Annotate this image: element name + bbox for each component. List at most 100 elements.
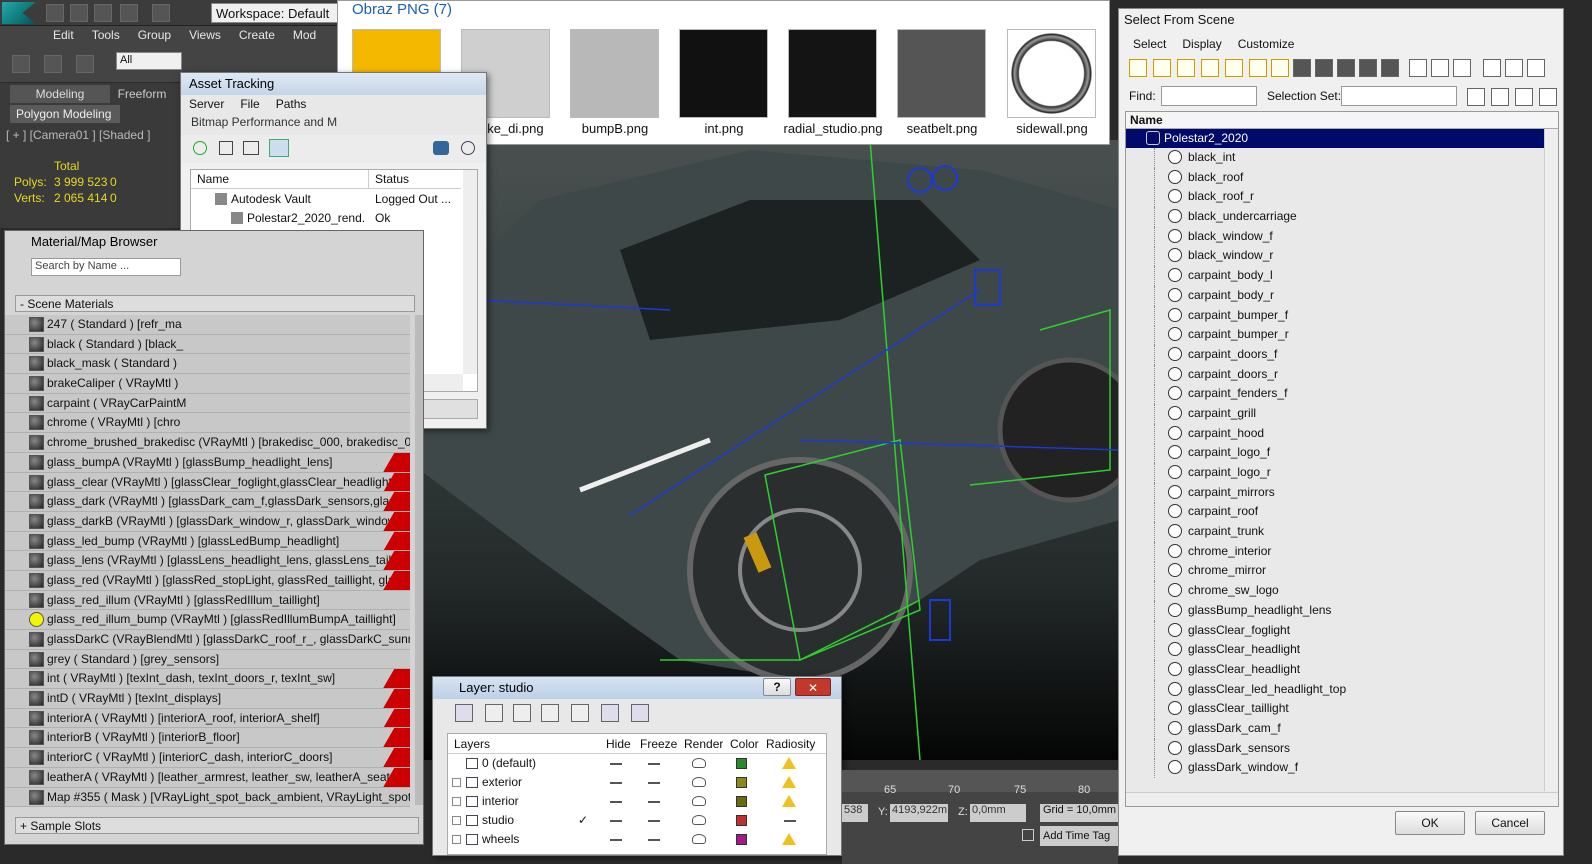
scene-object-row[interactable]: carpaint_grill (1126, 403, 1544, 424)
image-thumbnail[interactable] (897, 29, 986, 118)
menu-modifiers[interactable]: Mod (284, 26, 325, 44)
material-item[interactable]: glass_lens (VRayMtl ) [glassLens_headlig… (5, 551, 410, 571)
menu-select[interactable]: Select (1125, 35, 1174, 53)
open-file-icon[interactable] (70, 4, 88, 22)
asset-row[interactable]: Autodesk Vault Logged Out ... (191, 190, 463, 209)
material-item[interactable]: intD ( VRayMtl ) [texInt_displays] (5, 689, 410, 709)
scene-object-row[interactable]: carpaint_mirrors (1126, 482, 1544, 503)
layer-row[interactable]: wheels (448, 830, 826, 849)
expand-icon[interactable] (452, 835, 461, 844)
detail-view-icon[interactable] (243, 141, 259, 155)
freeze-all-icon[interactable] (631, 704, 649, 722)
close-button[interactable]: ✕ (795, 678, 831, 696)
render-teapot-icon[interactable] (692, 815, 706, 825)
menu-server[interactable]: Server (181, 95, 232, 113)
selection-filter-select[interactable]: All (116, 52, 182, 70)
expand-icon[interactable] (452, 816, 461, 825)
current-layer-check[interactable]: ✓ (578, 811, 590, 830)
layer-row[interactable]: interior (448, 792, 826, 811)
scene-object-row[interactable]: chrome_interior (1126, 541, 1544, 562)
filter-xrefs-icon[interactable] (1293, 59, 1311, 77)
search-input[interactable]: Search by Name ... (31, 258, 181, 276)
scene-object-row[interactable]: carpaint_body_l (1126, 266, 1544, 287)
scene-object-row[interactable]: carpaint_roof (1126, 502, 1544, 523)
scene-object-row[interactable]: black_window_r (1126, 246, 1544, 267)
material-item[interactable]: glass_darkB (VRayMtl ) [glassDark_window… (5, 511, 410, 532)
create-selset-icon[interactable] (1467, 88, 1485, 106)
material-item[interactable]: int ( VRayMtl ) [texInt_dash, texInt_doo… (5, 669, 410, 690)
selection-set-select[interactable] (1341, 86, 1457, 106)
help-icon[interactable] (461, 141, 475, 155)
hide-toggle[interactable] (610, 763, 622, 765)
layer-color-swatch[interactable] (736, 815, 747, 826)
scene-object-row[interactable]: carpaint_logo_r (1126, 463, 1544, 483)
viewport-label[interactable]: [ + ] [Camera01 ] [Shaded ] (6, 128, 150, 142)
display-all-icon[interactable] (1409, 59, 1427, 77)
filter-geometry-icon[interactable] (1129, 59, 1147, 77)
edit-selset-icon[interactable] (1491, 88, 1509, 106)
layer-row[interactable]: exterior (448, 773, 826, 792)
select-children-icon[interactable] (1505, 59, 1523, 77)
material-item[interactable]: interiorC ( VRayMtl ) [interiorC_dash, i… (5, 748, 410, 768)
ribbon-tab-modeling[interactable]: Modeling (10, 85, 110, 103)
material-item[interactable]: glass_clear (VRayMtl ) [glassClear_fogli… (5, 472, 410, 493)
render-teapot-icon[interactable] (692, 777, 706, 787)
filter-containers-icon[interactable] (1337, 59, 1355, 77)
sample-slots-group[interactable]: + Sample Slots (15, 817, 419, 834)
scene-object-row[interactable]: carpaint_trunk (1126, 522, 1544, 543)
layer-color-swatch[interactable] (736, 777, 747, 788)
layer-color-swatch[interactable] (736, 758, 747, 769)
ribbon-polygon-modeling[interactable]: Polygon Modeling (10, 105, 120, 123)
render-teapot-icon[interactable] (692, 834, 706, 844)
material-item[interactable]: glass_red_illum (VRayMtl ) [glassRedIllu… (5, 590, 410, 611)
material-item[interactable]: chrome ( VRayMtl ) [chro (5, 413, 410, 434)
expand-icon[interactable] (452, 797, 461, 806)
col-hide[interactable]: Hide (606, 737, 631, 751)
col-name-header[interactable]: Name (1126, 112, 1558, 129)
material-item[interactable]: glass_dark (VRayMtl ) [glassDark_cam_f,g… (5, 492, 410, 512)
filter-funnel-icon[interactable] (1483, 59, 1501, 77)
sfs-hscrollbar[interactable] (1126, 792, 1558, 806)
radiosity-icon[interactable] (782, 833, 796, 845)
menu-group[interactable]: Group (129, 26, 180, 44)
render-teapot-icon[interactable] (692, 796, 706, 806)
filter-groups-icon[interactable] (1271, 59, 1289, 77)
scene-object-row[interactable]: chrome_mirror (1126, 561, 1544, 582)
image-thumbnail[interactable] (679, 29, 768, 118)
window-title[interactable]: Select From Scene (1119, 9, 1563, 31)
add-to-layer-icon[interactable] (513, 704, 531, 722)
scene-object-row[interactable]: black_roof_r (1126, 187, 1544, 208)
scene-object-row[interactable]: glassClear_headlight (1126, 640, 1544, 661)
layer-color-swatch[interactable] (736, 834, 747, 845)
scene-object-row[interactable]: black_roof (1126, 167, 1544, 188)
bitmap-performance-menu[interactable]: Bitmap Performance and M (181, 115, 486, 135)
z-coord-field[interactable]: 0,0mm (970, 804, 1026, 822)
menu-customize[interactable]: Customize (1230, 35, 1303, 53)
image-thumbnail[interactable] (570, 29, 659, 118)
hide-all-icon[interactable] (601, 704, 619, 722)
col-status-header[interactable]: Status (369, 170, 461, 189)
material-item[interactable]: interiorA ( VRayMtl ) [interiorA_roof, i… (5, 708, 410, 729)
help-button[interactable]: ? (763, 678, 791, 696)
filter-helpers-icon[interactable] (1225, 59, 1243, 77)
material-item[interactable]: glass_led_bump (VRayMtl ) [glassLedBump_… (5, 531, 410, 552)
refresh-icon[interactable] (193, 141, 207, 155)
col-layers[interactable]: Layers (454, 737, 490, 751)
scene-object-row[interactable]: carpaint_hood (1126, 423, 1544, 444)
filter-lights-icon[interactable] (1177, 59, 1195, 77)
material-item[interactable]: carpaint ( VRayCarPaintM (5, 393, 410, 414)
freeze-toggle[interactable] (648, 782, 660, 784)
vault-icon[interactable] (433, 141, 449, 155)
freeze-toggle[interactable] (648, 763, 660, 765)
display-invert-icon[interactable] (1453, 59, 1471, 77)
unlink-icon[interactable] (44, 55, 62, 73)
material-item[interactable]: interiorB ( VRayMtl ) [interiorB_floor] (5, 728, 410, 749)
display-none-icon[interactable] (1431, 59, 1449, 77)
create-layer-icon[interactable] (455, 704, 473, 722)
select-in-layer-icon[interactable] (541, 704, 559, 722)
hide-toggle[interactable] (610, 801, 622, 803)
scene-object-row[interactable]: glassClear_taillight (1126, 699, 1544, 720)
x-coord-field[interactable]: 538 (842, 804, 868, 822)
col-render[interactable]: Render (684, 737, 723, 751)
table-view-icon[interactable] (269, 139, 289, 157)
